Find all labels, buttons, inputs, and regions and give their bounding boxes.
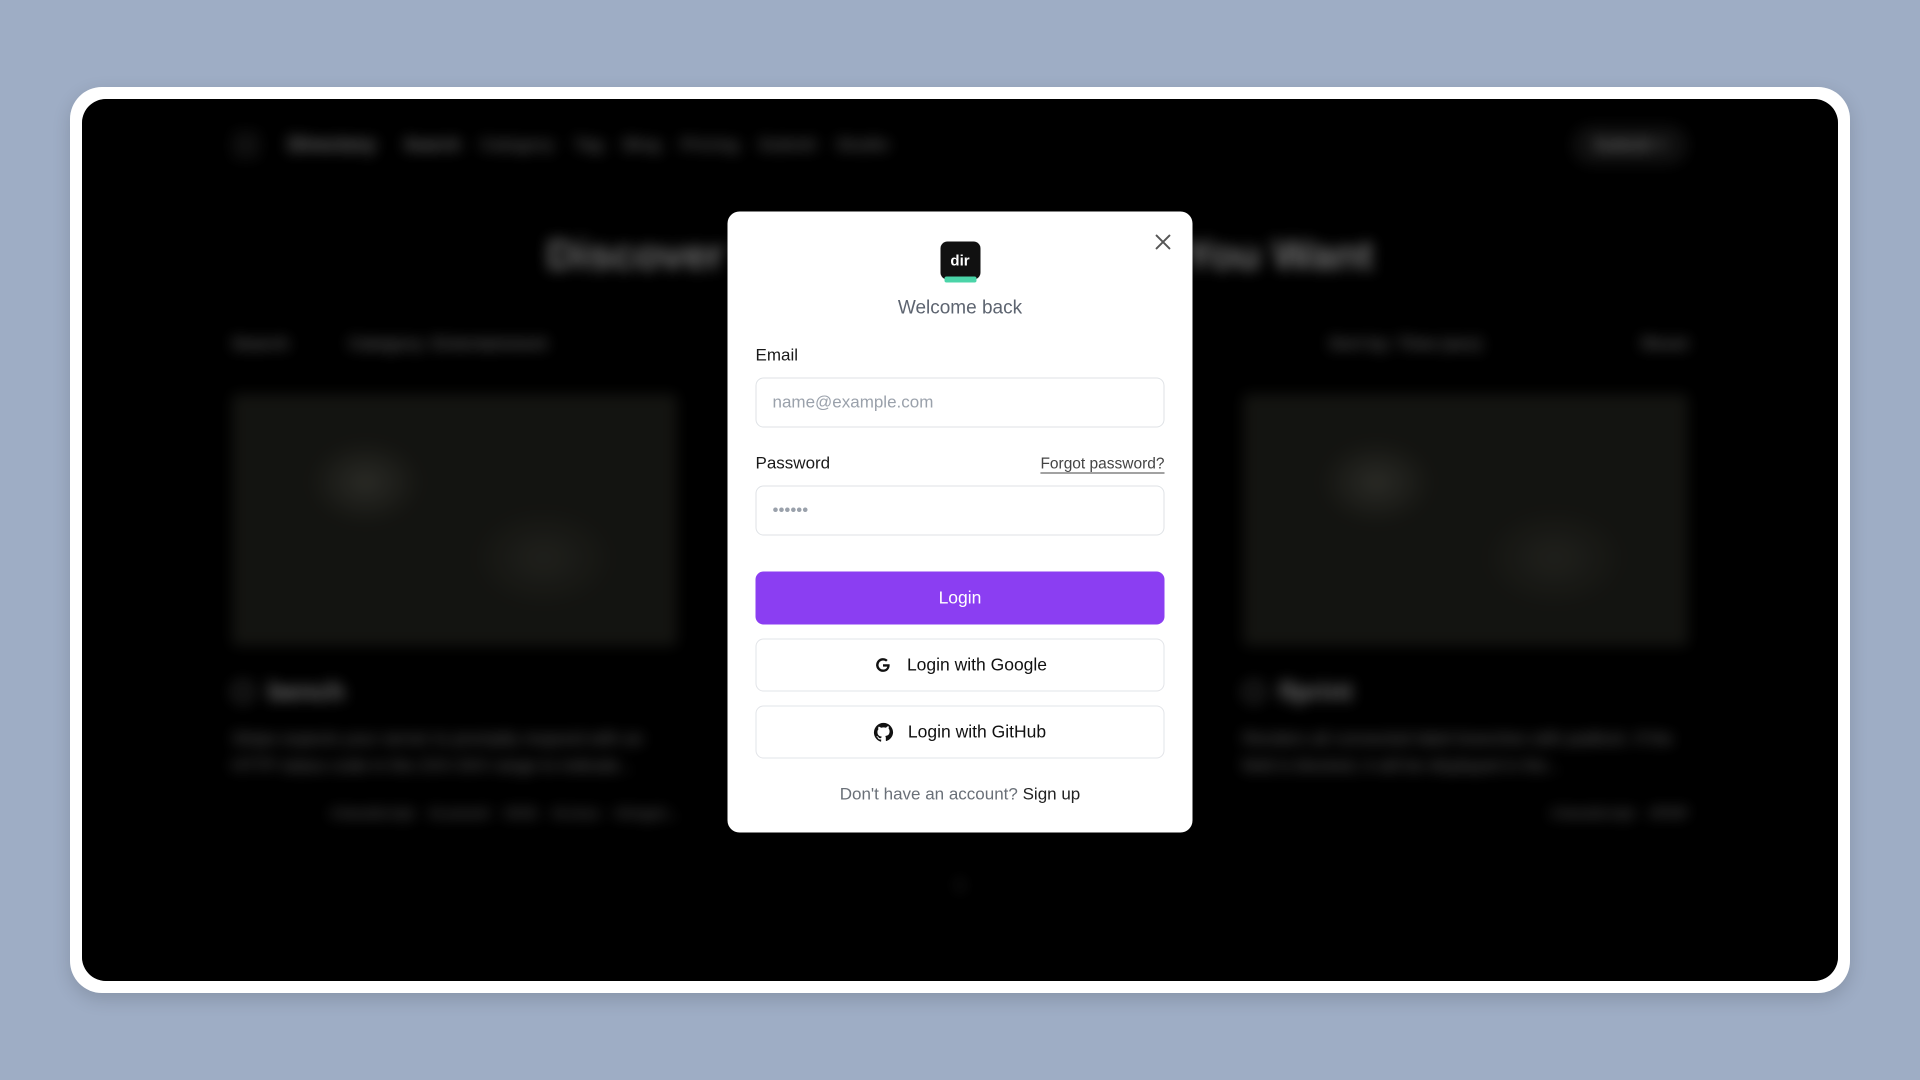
github-label: Login with GitHub [908, 722, 1046, 743]
password-field[interactable] [756, 486, 1165, 536]
app-window: Directory Search Category Tag Blog Prici… [82, 99, 1838, 981]
signup-footer: Don't have an account? Sign up [756, 785, 1165, 805]
login-label: Login [939, 588, 982, 609]
browser-frame: Directory Search Category Tag Blog Prici… [70, 87, 1850, 993]
password-label: Password [756, 454, 831, 474]
welcome-text: Welcome back [756, 298, 1165, 320]
login-button[interactable]: Login [756, 572, 1165, 625]
modal-logo: dir [940, 242, 980, 280]
google-label: Login with Google [907, 655, 1047, 676]
email-field[interactable] [756, 378, 1165, 428]
login-modal: dir Welcome back Email Password Forgot p… [728, 212, 1193, 833]
github-icon [874, 722, 894, 742]
login-google-button[interactable]: Login with Google [756, 639, 1165, 692]
footer-text: Don't have an account? [840, 785, 1023, 804]
login-github-button[interactable]: Login with GitHub [756, 706, 1165, 759]
email-label: Email [756, 346, 799, 366]
close-icon[interactable] [1151, 230, 1175, 254]
forgot-password-link[interactable]: Forgot password? [1040, 456, 1164, 474]
signup-link[interactable]: Sign up [1023, 785, 1081, 804]
google-icon [873, 655, 893, 675]
